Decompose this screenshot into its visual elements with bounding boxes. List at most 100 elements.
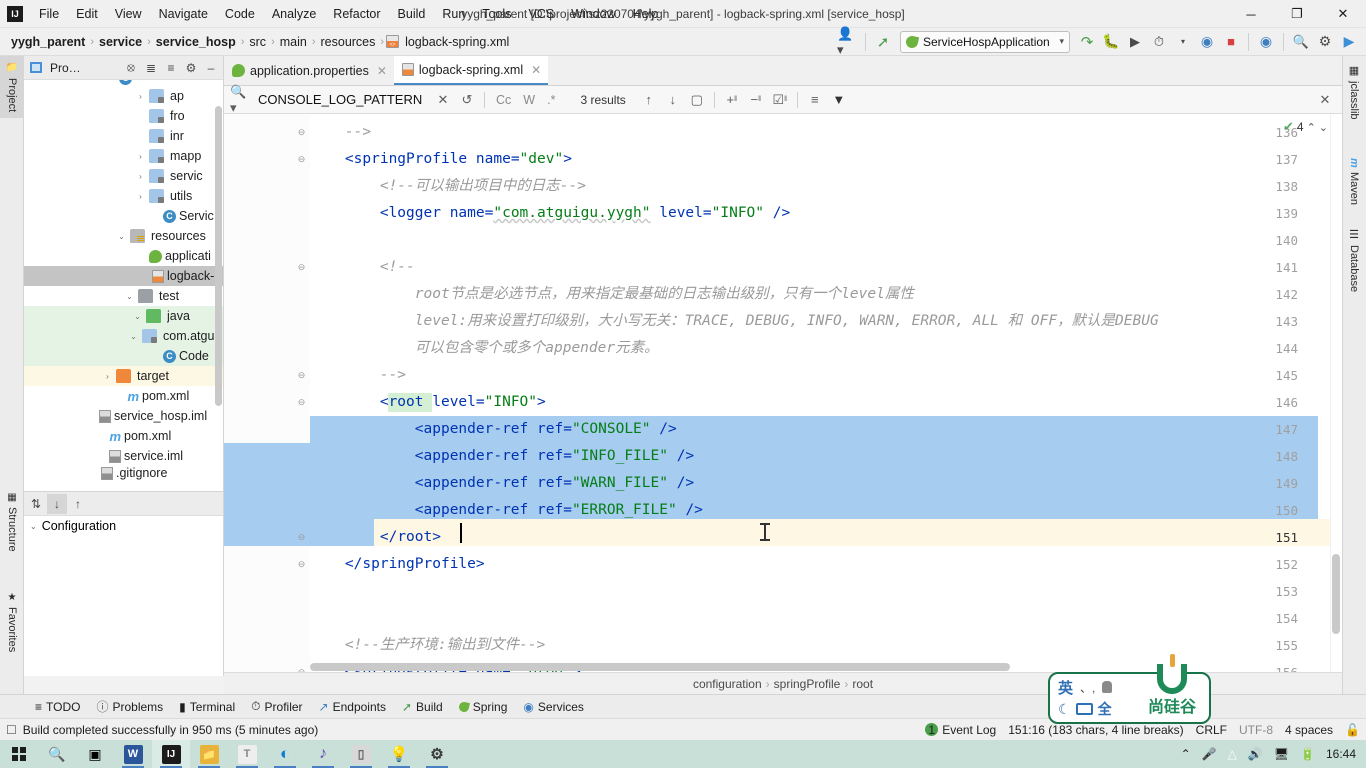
search-icon[interactable]: 🔍▾	[230, 84, 252, 115]
tree-row-inr[interactable]: inr	[24, 126, 223, 146]
update-project-icon[interactable]: ◉	[1255, 31, 1277, 53]
menu-vcs[interactable]: VCS	[520, 4, 562, 24]
close-icon[interactable]: ✕	[377, 64, 387, 78]
chevron-up-icon[interactable]: ⌃	[1307, 121, 1316, 134]
close-findbar-icon[interactable]: ✕	[1314, 89, 1336, 111]
breadcrumb-logback-spring-xml[interactable]: logback-spring.xml	[402, 34, 512, 50]
tree-row-logback-spring-xml[interactable]: logback-	[24, 266, 223, 286]
hide-panel-icon[interactable]: –	[201, 58, 221, 78]
tree-row-fro[interactable]: fro	[24, 106, 223, 126]
select-all-occurrences-icon[interactable]: ☑ ‖	[769, 89, 791, 111]
expand-all-icon[interactable]: ↓	[47, 493, 67, 514]
tree-row-java[interactable]: ⌄ java	[24, 306, 223, 326]
select-all-matches-icon[interactable]: ▢	[686, 89, 708, 111]
previous-match-icon[interactable]: ↑	[638, 89, 660, 111]
idea-tip-icon[interactable]: 💡	[380, 740, 418, 768]
battery-icon[interactable]: 🔋	[1300, 747, 1315, 761]
run-anything-icon[interactable]: ▶	[1338, 31, 1360, 53]
tab-logback-spring-xml[interactable]: logback-spring.xml ✕	[393, 56, 549, 85]
close-icon[interactable]: ✕	[531, 63, 541, 77]
ime-floating-widget[interactable]: 英 、, ☾ 全 尚硅谷	[1048, 653, 1211, 724]
project-tree[interactable]: C › ap fro inr	[24, 80, 223, 491]
edge-icon[interactable]: ◐	[266, 740, 304, 768]
fold-marker-icon[interactable]: ⊖	[296, 659, 307, 672]
editor-breadcrumb-configuration[interactable]: configuration	[693, 677, 762, 691]
tab-application-properties[interactable]: application.properties ✕	[224, 56, 394, 85]
breadcrumb-service[interactable]: service	[96, 34, 145, 50]
toolwindow-endpoints[interactable]: ↗ Endpoints	[312, 698, 393, 716]
menu-code[interactable]: Code	[217, 4, 263, 24]
maximize-button[interactable]: ❐	[1274, 0, 1320, 28]
volume-icon[interactable]: 🔊	[1248, 747, 1263, 761]
start-button[interactable]	[0, 740, 38, 768]
filter-icon[interactable]: ▼	[828, 89, 850, 111]
toolwindow-build[interactable]: ➚ Build	[395, 698, 450, 716]
remove-selection-icon[interactable]: − ‖	[745, 89, 767, 111]
notepad-icon[interactable]: ▯	[342, 740, 380, 768]
stop-icon[interactable]: ■	[1220, 31, 1242, 53]
menu-build[interactable]: Build	[390, 4, 434, 24]
menu-refactor[interactable]: Refactor	[325, 4, 388, 24]
tree-row-gitignore[interactable]: .gitignore	[24, 466, 223, 480]
task-view-icon[interactable]: ▣	[76, 740, 114, 768]
editor-vertical-scrollbar[interactable]	[1332, 554, 1340, 634]
toolwindow-problems[interactable]: ⓘ Problems	[89, 696, 170, 717]
tree-row-service-class[interactable]: C Servic	[24, 206, 223, 226]
sidebar-item-project[interactable]: 📁 Project	[0, 56, 24, 119]
settings-gear-icon[interactable]: ⚙	[1314, 31, 1336, 53]
fold-marker-icon[interactable]: ⊖	[296, 254, 307, 281]
tree-row-com-atguigu[interactable]: ⌄ com.atgu	[24, 326, 223, 346]
chevron-down-icon[interactable]: ⌄	[1319, 121, 1328, 134]
tree-row-service-iml[interactable]: service.iml	[24, 446, 223, 466]
sidebar-item-database[interactable]: ☰ Database	[1342, 222, 1366, 298]
inspection-widget[interactable]: ✔ 4 ⌃ ⌄	[1283, 119, 1328, 135]
ime-punctuation-icon[interactable]: 、,	[1080, 679, 1095, 696]
menu-navigate[interactable]: Navigate	[151, 4, 216, 24]
profile-icon[interactable]: ⏱	[1148, 31, 1170, 53]
read-write-lock-icon[interactable]: 🔓	[1345, 723, 1360, 737]
collapse-arrow-icon[interactable]: ⌄	[124, 292, 135, 301]
show-hidden-icons[interactable]: ⌃	[1181, 747, 1191, 761]
toolwindow-spring[interactable]: Spring	[452, 698, 515, 716]
sidebar-item-maven[interactable]: m Maven	[1342, 152, 1366, 211]
typora-icon[interactable]: T	[228, 740, 266, 768]
editor-horizontal-scrollbar[interactable]	[310, 663, 1010, 671]
tree-row-utils[interactable]: › utils	[24, 186, 223, 206]
collapse-all-icon[interactable]: ↑	[68, 494, 88, 514]
caret-position[interactable]: 151:16 (183 chars, 4 line breaks)	[1008, 723, 1183, 737]
mic-icon[interactable]: 🎤	[1202, 747, 1217, 761]
sidebar-item-jclasslib[interactable]: ▦ jclasslib	[1342, 58, 1366, 126]
network-icon[interactable]: 🖥	[1274, 747, 1289, 761]
menu-tools[interactable]: Tools	[474, 4, 519, 24]
toolwindow-services[interactable]: ◉ Services	[516, 698, 591, 716]
keyboard-icon[interactable]	[1075, 703, 1093, 715]
regex-toggle[interactable]: .*	[542, 93, 560, 107]
file-encoding[interactable]: UTF-8	[1239, 723, 1273, 737]
fold-marker-icon[interactable]: ⊖	[296, 389, 307, 416]
line-separator[interactable]: CRLF	[1196, 723, 1227, 737]
menu-view[interactable]: View	[107, 4, 150, 24]
menu-window[interactable]: Window	[563, 4, 623, 24]
tree-row-target[interactable]: › target	[24, 366, 223, 386]
editor-breadcrumb-springprofile[interactable]: springProfile	[774, 677, 841, 691]
ime-fullwidth-label[interactable]: 全	[1098, 699, 1112, 719]
search-taskbar-icon[interactable]: 🔍	[38, 740, 76, 768]
fold-marker-icon[interactable]: ⊖	[296, 119, 307, 146]
debug-icon[interactable]: 🐛	[1100, 31, 1122, 53]
fold-marker-icon[interactable]: ⊖	[296, 524, 307, 551]
collapse-all-icon[interactable]: ≡	[161, 58, 181, 78]
search-history-icon[interactable]: ↺	[456, 89, 478, 111]
toolwindow-profiler[interactable]: ⏱ Profiler	[244, 697, 309, 716]
words-toggle[interactable]: W	[518, 93, 540, 107]
search-input[interactable]	[258, 92, 426, 107]
close-button[interactable]: ✕	[1320, 0, 1366, 28]
breadcrumb-yygh-parent[interactable]: yygh_parent	[8, 34, 88, 50]
ime-user-icon[interactable]	[1102, 681, 1113, 693]
code-text-area[interactable]: --> <springProfile name="dev"> <!--可以输出项…	[310, 114, 1342, 672]
sidebar-item-structure[interactable]: ▦ Structure	[0, 486, 24, 558]
tree-row-test[interactable]: ⌄ test	[24, 286, 223, 306]
expand-arrow-icon[interactable]: ›	[135, 152, 146, 161]
sidebar-item-favorites[interactable]: ★ Favorites	[0, 586, 24, 658]
sync-icon[interactable]: △	[1228, 747, 1237, 761]
breadcrumb-service-hosp[interactable]: service_hosp	[153, 34, 239, 50]
